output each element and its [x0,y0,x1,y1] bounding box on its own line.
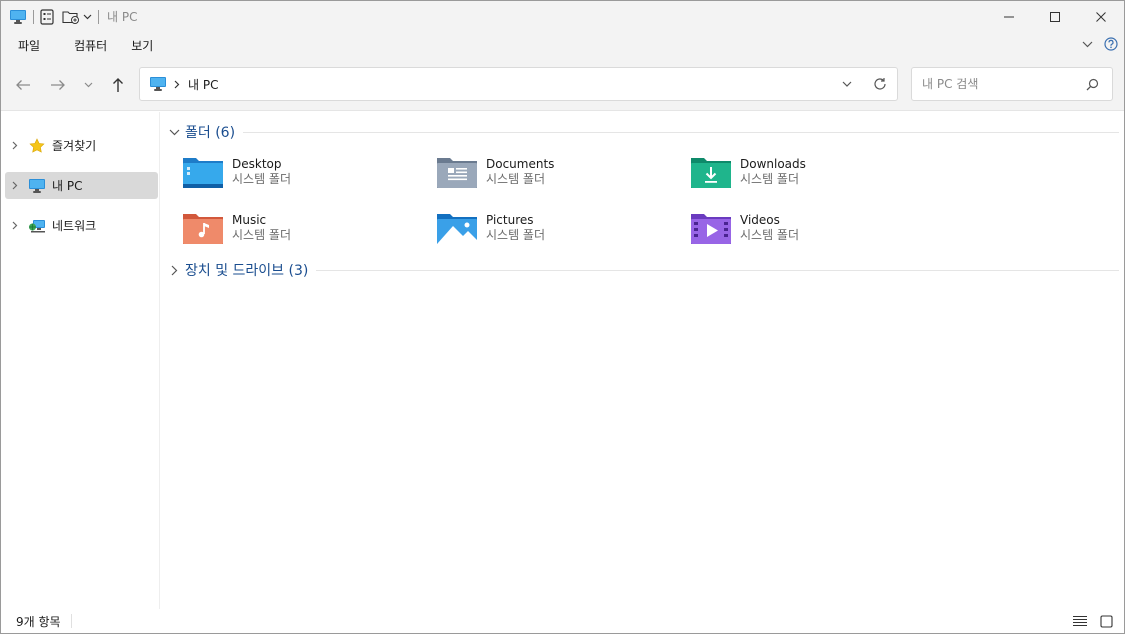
divider [316,269,1119,271]
navigation-pane: 즐겨찾기 내 PC 네트워크 [1,112,160,609]
folder-type: 시스템 폴더 [740,228,800,242]
menu-bar: 파일 컴퓨터 보기 [1,32,1124,58]
folder-type: 시스템 폴더 [486,228,546,242]
chevron-down-icon[interactable] [839,76,855,92]
menu-computer[interactable]: 컴퓨터 [64,34,117,56]
large-icons-view-icon[interactable] [1096,612,1116,630]
view-switcher [1070,612,1116,630]
forward-button[interactable] [45,72,71,98]
group-name: 장치 및 드라이브 [185,263,285,279]
up-button[interactable] [105,72,131,98]
sidebar-item-label: 즐겨찾기 [52,139,97,153]
chevron-right-icon[interactable] [174,80,180,89]
group-header-folders[interactable]: 폴더 (6) [167,122,1119,142]
folder-name: Documents [486,157,555,171]
folder-name: Pictures [486,213,534,227]
folder-name: Music [232,213,267,227]
folder-tile-desktop[interactable]: Desktop 시스템 폴더 [181,150,421,194]
folder-name: Downloads [740,157,806,171]
chevron-down-icon[interactable] [167,129,181,136]
downloads-folder-icon [689,153,733,191]
menu-file[interactable]: 파일 [8,34,50,56]
menu-view[interactable]: 보기 [121,34,163,56]
divider [70,614,72,628]
folder-name: Videos [740,213,780,227]
file-explorer-window: 내 PC 파일 컴퓨터 보기 내 PC 내 PC 검색 즐겨찾기 내 PC 네트… [0,0,1125,634]
folder-tile-downloads[interactable]: Downloads 시스템 폴더 [689,150,929,194]
pictures-folder-icon [435,209,479,247]
refresh-icon[interactable] [871,75,889,93]
back-button[interactable] [10,72,36,98]
sidebar-item-label: 네트워크 [52,219,97,233]
close-button[interactable] [1078,1,1124,32]
group-header-drives[interactable]: 장치 및 드라이브 (3) [167,260,1119,280]
quick-access-toolbar: 내 PC [1,1,137,32]
help-icon[interactable] [1102,34,1120,54]
group-count: (3) [288,263,309,279]
chevron-right-icon[interactable] [7,141,23,150]
search-input[interactable] [922,77,1072,91]
folder-type: 시스템 폴더 [232,228,292,242]
chevron-right-icon[interactable] [7,181,23,190]
group-name: 폴더 [185,125,211,141]
folder-type: 시스템 폴더 [740,172,800,186]
sidebar-item-favorites[interactable]: 즐겨찾기 [5,132,158,159]
tile-text: Pictures 시스템 폴더 [486,213,545,243]
videos-folder-icon [689,209,733,247]
folder-tile-videos[interactable]: Videos 시스템 폴더 [689,206,929,250]
chevron-down-icon[interactable] [1078,34,1096,54]
folder-type: 시스템 폴더 [486,172,546,186]
details-view-icon[interactable] [1070,612,1090,630]
divider [243,131,1119,133]
window-title: 내 PC [107,10,138,24]
status-bar: 9개 항목 [1,609,1124,633]
folder-type: 시스템 폴더 [232,172,292,186]
recent-locations-button[interactable] [75,72,101,98]
computer-icon [9,7,27,27]
toolbar-separator [33,9,34,24]
window-controls [986,1,1124,32]
group-count: (6) [215,125,236,141]
address-path[interactable]: 내 PC [188,76,218,93]
sidebar-item-label: 내 PC [52,179,83,193]
minimize-button[interactable] [986,1,1032,32]
maximize-button[interactable] [1032,1,1078,32]
sidebar-item-network[interactable]: 네트워크 [5,212,158,239]
toolbar-separator [98,9,99,24]
folder-tile-documents[interactable]: Documents 시스템 폴더 [435,150,675,194]
navigation-toolbar: 내 PC [1,58,1124,111]
new-folder-icon[interactable] [62,7,80,27]
tile-text: Desktop 시스템 폴더 [232,157,291,187]
search-box[interactable] [911,67,1113,101]
tile-text: Documents 시스템 폴더 [486,157,554,187]
group-title: 장치 및 드라이브 (3) [185,260,308,280]
sidebar-item-this-pc[interactable]: 내 PC [5,172,158,199]
tile-text: Music 시스템 폴더 [232,213,291,243]
computer-icon [28,177,46,195]
network-icon [28,217,46,235]
properties-icon[interactable] [40,7,54,27]
star-icon [28,137,46,155]
documents-folder-icon [435,153,479,191]
chevron-right-icon[interactable] [7,221,23,230]
folder-tile-music[interactable]: Music 시스템 폴더 [181,206,421,250]
folder-name: Desktop [232,157,282,171]
desktop-folder-icon [181,153,225,191]
search-icon[interactable] [1084,76,1100,92]
computer-icon [149,76,167,92]
content-pane: 폴더 (6) Desktop 시스템 폴더 Documents 시스템 폴더 D… [161,112,1124,609]
title-bar: 내 PC [1,1,1124,32]
address-bar[interactable]: 내 PC [139,67,898,101]
item-count: 9개 항목 [16,614,61,629]
folder-tile-pictures[interactable]: Pictures 시스템 폴더 [435,206,675,250]
group-title: 폴더 (6) [185,122,235,142]
tile-text: Videos 시스템 폴더 [740,213,799,243]
tile-text: Downloads 시스템 폴더 [740,157,806,187]
chevron-down-icon[interactable] [83,7,92,27]
music-folder-icon [181,209,225,247]
chevron-right-icon[interactable] [167,265,181,276]
menu-right-controls [1078,34,1120,54]
